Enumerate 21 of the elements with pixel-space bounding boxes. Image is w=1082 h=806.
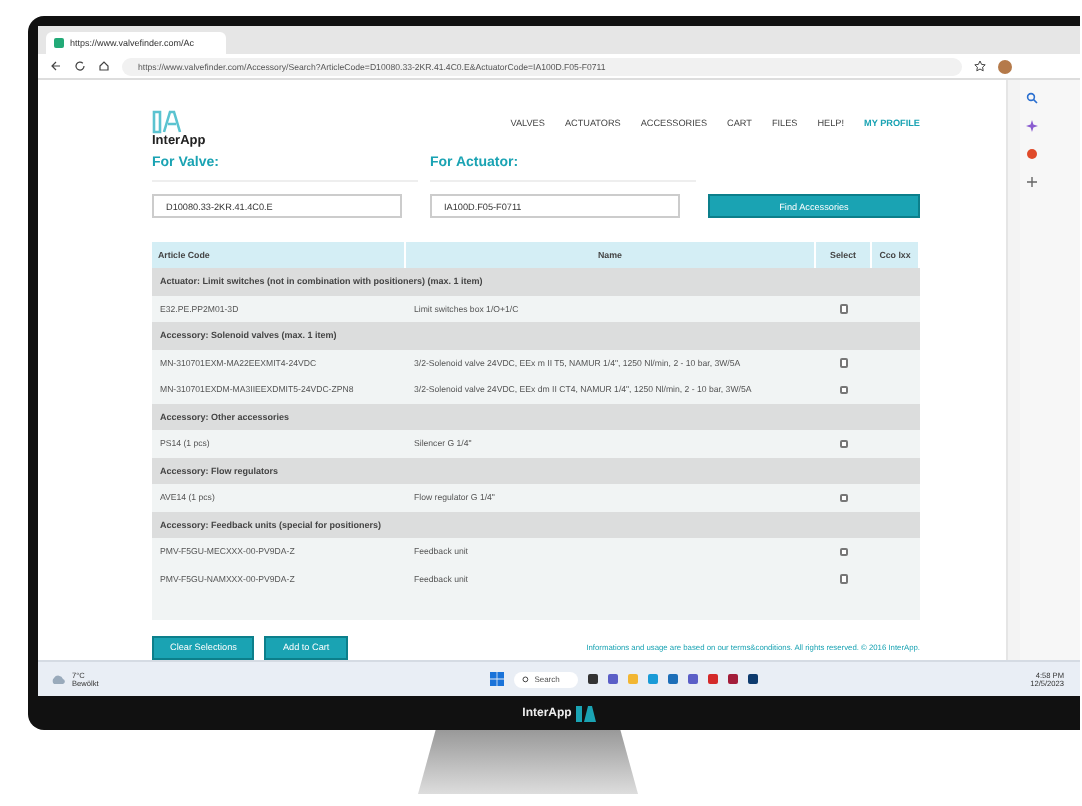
- logo-icon: [152, 110, 184, 134]
- select-checkbox[interactable]: [839, 385, 849, 394]
- back-arrow-icon[interactable]: [50, 60, 62, 72]
- avatar-icon[interactable]: [998, 59, 1012, 73]
- plus-icon[interactable]: [1026, 176, 1038, 188]
- select-checkbox[interactable]: [839, 439, 849, 448]
- sparkle-icon[interactable]: [1026, 120, 1038, 132]
- logo-icon: [575, 705, 596, 721]
- select-checkbox[interactable]: [839, 574, 849, 583]
- windows-start-icon[interactable]: [490, 672, 505, 686]
- site-icon: [54, 38, 64, 48]
- scrollbar[interactable]: [1006, 80, 1020, 660]
- circle-app-icon[interactable]: [1026, 148, 1038, 160]
- star-icon[interactable]: [974, 60, 986, 72]
- select-checkbox[interactable]: [839, 304, 849, 313]
- select-checkbox[interactable]: [839, 358, 849, 367]
- reload-icon[interactable]: [74, 60, 86, 72]
- cloud-icon: [50, 674, 66, 684]
- select-checkbox[interactable]: [839, 493, 849, 502]
- select-checkbox[interactable]: [839, 547, 849, 556]
- home-icon[interactable]: [98, 60, 110, 72]
